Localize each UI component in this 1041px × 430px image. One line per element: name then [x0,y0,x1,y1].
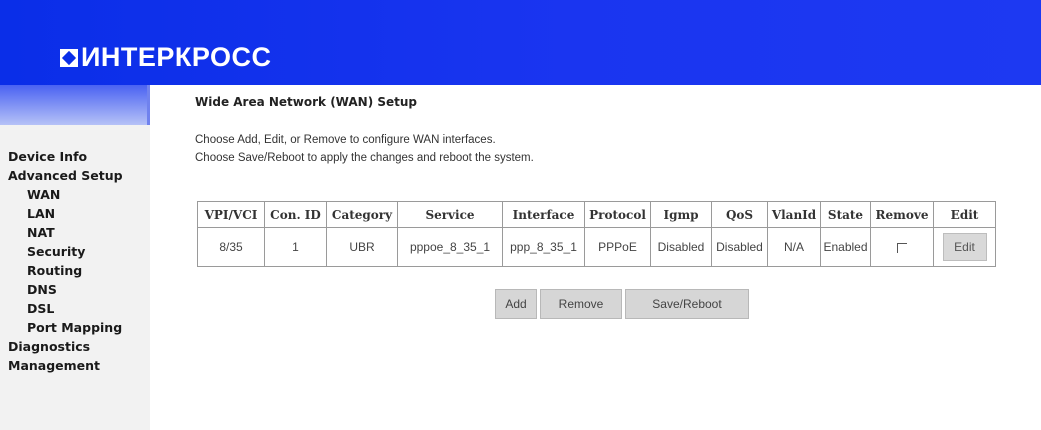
cell-interface: ppp_8_35_1 [502,227,585,267]
column-header-category: Category [326,201,398,228]
logo-mark-icon [60,48,78,67]
column-header-state: State [820,201,871,228]
cell-service: pppoe_8_35_1 [397,227,503,267]
sidebar-item-wan[interactable]: WAN [8,185,123,204]
table-header-row: VPI/VCI Con. ID Category Service Interfa… [197,201,996,228]
brand-logo: ИНТЕРКРОСС [60,42,272,73]
cell-vpivci: 8/35 [197,227,265,267]
column-header-vpivci: VPI/VCI [197,201,265,228]
sidebar: Device Info Advanced Setup WAN LAN NAT S… [0,125,150,430]
sidebar-header [0,85,150,125]
header-banner: ИНТЕРКРОСС [0,0,1041,85]
column-header-interface: Interface [502,201,585,228]
cell-category: UBR [326,227,398,267]
column-header-qos: QoS [711,201,768,228]
cell-edit: Edit [933,227,996,267]
column-header-remove: Remove [870,201,934,228]
edit-button[interactable]: Edit [942,233,987,261]
page-title: Wide Area Network (WAN) Setup [195,95,418,109]
column-header-protocol: Protocol [584,201,651,228]
column-header-service: Service [397,201,503,228]
save-reboot-button[interactable]: Save/Reboot [625,289,749,319]
sidebar-item-device-info[interactable]: Device Info [8,147,123,166]
remove-button[interactable]: Remove [540,289,622,319]
table-row: 8/35 1 UBR pppoe_8_35_1 ppp_8_35_1 PPPoE… [197,227,996,267]
add-button[interactable]: Add [495,289,537,319]
main-content: Wide Area Network (WAN) Setup Choose Add… [195,95,1035,167]
cell-igmp: Disabled [650,227,712,267]
cell-remove [870,227,934,267]
cell-vlanid: N/A [767,227,821,267]
page-description: Choose Add, Edit, or Remove to configure… [195,131,1035,167]
sidebar-item-nat[interactable]: NAT [8,223,123,242]
description-line: Choose Save/Reboot to apply the changes … [195,152,534,164]
sidebar-item-routing[interactable]: Routing [8,261,123,280]
sidebar-item-advanced-setup[interactable]: Advanced Setup [8,166,123,185]
cell-conid: 1 [264,227,327,267]
sidebar-item-port-mapping[interactable]: Port Mapping [8,318,123,337]
logo-text: ИНТЕРКРОСС [81,42,272,72]
wan-interfaces-table: VPI/VCI Con. ID Category Service Interfa… [197,201,996,267]
cell-qos: Disabled [711,227,768,267]
column-header-vlanid: VlanId [767,201,821,228]
column-header-edit: Edit [933,201,996,228]
remove-checkbox[interactable] [897,242,907,253]
sidebar-item-security[interactable]: Security [8,242,123,261]
sidebar-nav: Device Info Advanced Setup WAN LAN NAT S… [8,147,123,375]
cell-state: Enabled [820,227,871,267]
column-header-conid: Con. ID [264,201,327,228]
description-line: Choose Add, Edit, or Remove to configure… [195,134,496,146]
cell-protocol: PPPoE [584,227,651,267]
sidebar-item-lan[interactable]: LAN [8,204,123,223]
sidebar-item-diagnostics[interactable]: Diagnostics [8,337,123,356]
action-buttons: Add Remove Save/Reboot [0,289,1041,319]
column-header-igmp: Igmp [650,201,712,228]
sidebar-item-management[interactable]: Management [8,356,123,375]
